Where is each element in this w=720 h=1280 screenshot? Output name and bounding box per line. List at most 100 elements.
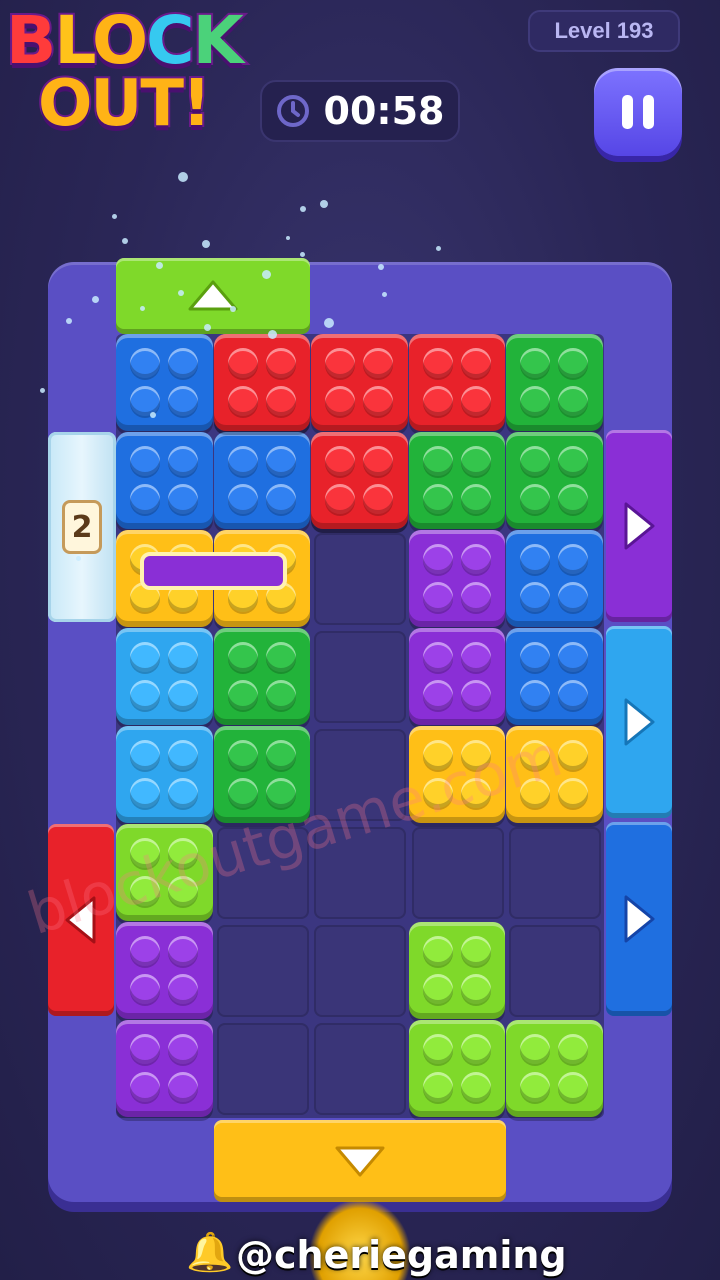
water-droplet [300, 252, 305, 257]
stud [422, 1034, 453, 1064]
block-cell[interactable] [213, 628, 311, 725]
stud [130, 974, 160, 1004]
stud [460, 642, 491, 672]
stud [520, 484, 551, 514]
stud [422, 680, 453, 710]
empty-cell [314, 631, 407, 723]
water-droplet [202, 240, 210, 248]
block-cell[interactable] [116, 432, 213, 529]
stud [460, 446, 491, 476]
stud [130, 386, 160, 416]
block-cell[interactable] [213, 432, 311, 529]
stud [363, 446, 394, 476]
stud [168, 1072, 198, 1102]
stud [168, 680, 198, 710]
level-indicator: Level 193 [528, 10, 680, 52]
block-cell[interactable] [408, 530, 506, 627]
stud [422, 386, 453, 416]
stud [227, 386, 258, 416]
locked-bar-overlay [140, 552, 288, 590]
stud [422, 1072, 453, 1102]
stud [265, 680, 296, 710]
stud [460, 680, 491, 710]
stud [168, 974, 198, 1004]
stud [265, 386, 296, 416]
water-droplet [436, 246, 441, 251]
block-cell[interactable] [408, 922, 506, 1019]
block-cell[interactable] [506, 334, 603, 431]
stud [227, 680, 258, 710]
stud [227, 740, 258, 770]
block-cell[interactable] [213, 334, 311, 431]
block-cell[interactable] [116, 1020, 213, 1117]
bottom-gate-yellow [214, 1120, 506, 1202]
stud [130, 446, 160, 476]
down-arrow-icon [335, 1146, 385, 1177]
stud [265, 740, 296, 770]
logo-line-2: OUT! [36, 67, 213, 141]
block-cell[interactable] [506, 628, 603, 725]
water-droplet [76, 556, 81, 561]
timer: 00:58 [260, 80, 460, 142]
stud [460, 1072, 491, 1102]
stud [130, 778, 160, 808]
water-droplet [204, 324, 211, 331]
logo-line-1: BLOCK [4, 2, 246, 79]
stud [520, 1034, 551, 1064]
block-cell[interactable] [311, 334, 408, 431]
stud [168, 386, 198, 416]
bell-icon: 🔔 [186, 1232, 234, 1274]
empty-cell [411, 827, 504, 919]
stud [558, 1072, 589, 1102]
block-cell[interactable] [116, 628, 213, 725]
empty-cell [314, 925, 407, 1017]
stud [460, 386, 491, 416]
stud [265, 446, 296, 476]
right-arrow-icon [624, 895, 655, 943]
block-cell[interactable] [408, 334, 506, 431]
pause-button[interactable] [594, 68, 682, 156]
water-droplet [320, 200, 328, 208]
block-cell[interactable] [408, 432, 506, 529]
stud [168, 348, 198, 378]
block-cell[interactable] [116, 334, 213, 431]
stud [520, 582, 551, 612]
stud [520, 348, 551, 378]
block-cell[interactable] [116, 922, 213, 1019]
stud [168, 778, 198, 808]
stud [325, 484, 356, 514]
water-droplet [140, 306, 145, 311]
right-gate-blue [606, 822, 672, 1016]
water-droplet [150, 412, 156, 418]
stud [130, 936, 160, 966]
block-cell[interactable] [408, 628, 506, 725]
block-cell[interactable] [506, 1020, 603, 1117]
block-cell[interactable] [506, 530, 603, 627]
empty-cell [314, 1023, 407, 1115]
stud [265, 484, 296, 514]
right-gate-purple [606, 430, 672, 622]
stud [130, 740, 160, 770]
empty-cell [509, 925, 602, 1017]
empty-cell [216, 925, 309, 1017]
stud [227, 484, 258, 514]
block-cell[interactable] [506, 432, 603, 529]
block-cell[interactable] [408, 1020, 506, 1117]
stud [265, 348, 296, 378]
pause-icon [622, 95, 633, 129]
stud [422, 642, 453, 672]
stud [168, 936, 198, 966]
block-cell[interactable] [116, 726, 213, 823]
stud [168, 1034, 198, 1064]
water-droplet [122, 238, 128, 244]
stud [265, 642, 296, 672]
stud [130, 1034, 160, 1064]
water-droplet [230, 306, 236, 312]
stud [227, 348, 258, 378]
stud [168, 484, 198, 514]
stud [363, 386, 394, 416]
stud [130, 642, 160, 672]
block-cell[interactable] [311, 432, 408, 529]
stud [325, 348, 356, 378]
stud [227, 778, 258, 808]
